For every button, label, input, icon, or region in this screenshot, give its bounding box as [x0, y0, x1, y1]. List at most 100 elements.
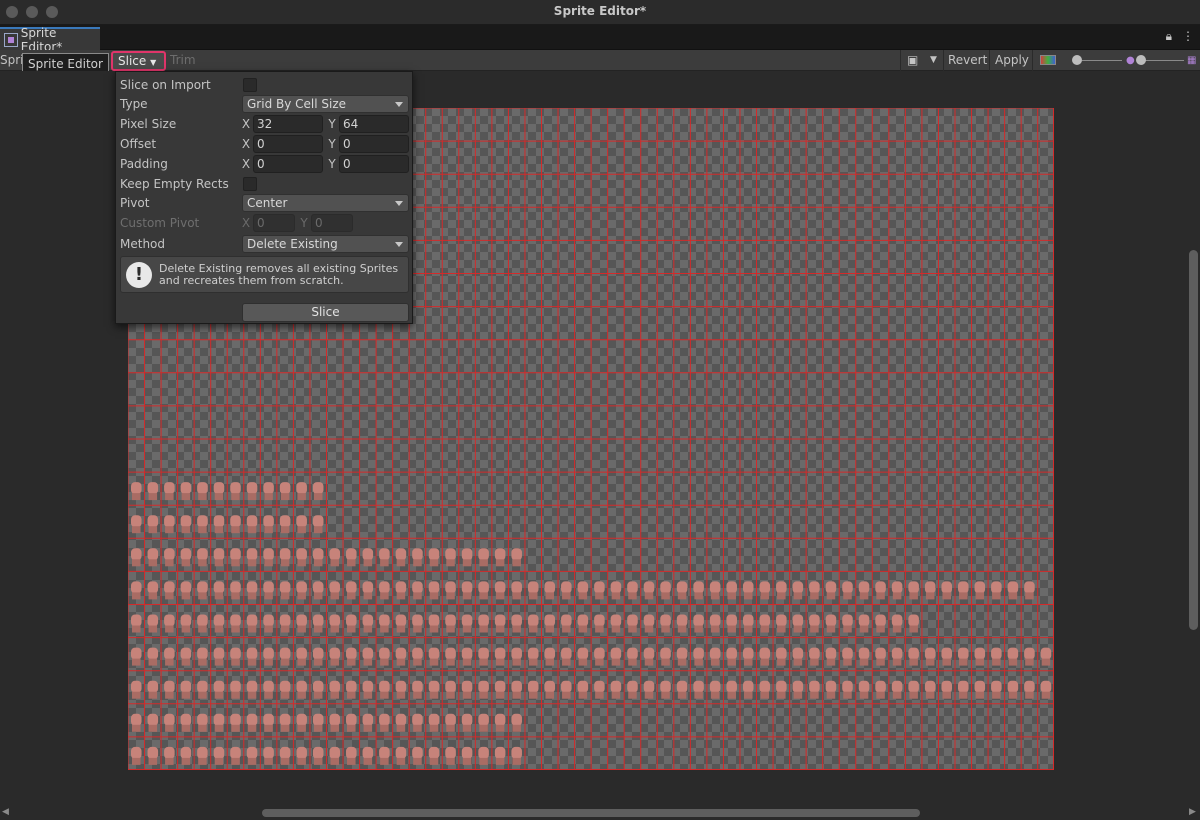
slice-menu-button[interactable]: Slice ▼: [111, 51, 166, 71]
padding-y-field[interactable]: 0: [339, 155, 409, 173]
sprite-cell: [362, 647, 374, 666]
sprite-cell: [478, 680, 489, 699]
sprite-cell: [346, 680, 357, 699]
sprite-cell: [263, 746, 274, 765]
offset-y-field[interactable]: 0: [339, 135, 409, 153]
sprite-cell: [941, 680, 952, 699]
toolbar-divider: [989, 50, 990, 71]
scroll-left-icon[interactable]: ◀: [2, 807, 9, 817]
sprite-cell: [395, 548, 407, 567]
sprite-cell: [494, 581, 506, 600]
sprite-cell: [461, 680, 473, 699]
sprite-cell: [197, 647, 208, 666]
sprite-cell: [412, 614, 423, 633]
sprite-cell: [991, 581, 1002, 600]
sprite-cell: [180, 680, 192, 699]
sprite-cell: [693, 647, 704, 666]
zoom-slider-track[interactable]: [1140, 60, 1184, 61]
sprite-cell: [759, 581, 771, 600]
sprite-cell: [362, 680, 374, 699]
sprite-cell: [610, 647, 622, 666]
sprite-cell: [676, 614, 688, 633]
pivot-snap-icon[interactable]: ▣: [907, 52, 918, 69]
sprite-cell: [511, 581, 522, 600]
alpha-slider-handle[interactable]: [1072, 55, 1082, 65]
sprite-cell: [726, 680, 737, 699]
sprite-cell: [131, 482, 142, 501]
horizontal-scrollbar-thumb[interactable]: [262, 809, 920, 817]
sprite-cell: [924, 647, 936, 666]
lock-icon[interactable]: 🔒︎: [1166, 29, 1172, 44]
slice-on-import-checkbox[interactable]: [243, 78, 257, 92]
sprite-cell: [362, 581, 374, 600]
sprite-cell: [279, 515, 291, 534]
sprite-cell: [131, 647, 142, 666]
slice-button[interactable]: Slice: [242, 303, 409, 322]
sprite-cell: [908, 680, 919, 699]
sprite-cell: [527, 614, 539, 633]
sprite-cell: [974, 581, 986, 600]
slice-on-import-label: Slice on Import: [120, 78, 211, 92]
color-channel-icon[interactable]: [1040, 55, 1056, 65]
sprite-cell: [494, 713, 506, 732]
trim-button[interactable]: Trim: [170, 52, 196, 69]
sprite-cell: [131, 515, 142, 534]
sprite-cell: [461, 746, 473, 765]
editor-mode-dropdown[interactable]: Spri: [0, 52, 24, 69]
sprite-cell: [742, 647, 754, 666]
sprite-cell: [544, 680, 556, 699]
sprite-cell: [312, 647, 324, 666]
zoom-slider-handle[interactable]: [1136, 55, 1146, 65]
sprite-cell: [213, 614, 225, 633]
keep-empty-rects-checkbox[interactable]: [243, 177, 257, 191]
sprite-cell: [594, 581, 605, 600]
sprite-cell: [197, 515, 208, 534]
sprite-cell: [279, 581, 291, 600]
revert-button[interactable]: Revert: [948, 52, 987, 69]
tab-sprite-editor[interactable]: Sprite Editor*: [0, 26, 100, 54]
scroll-right-icon[interactable]: ▶: [1189, 807, 1196, 817]
sprite-cell: [263, 614, 274, 633]
sprite-cell: [412, 680, 423, 699]
pivot-dropdown[interactable]: Center: [242, 194, 409, 212]
sprite-cell: [263, 482, 274, 501]
sprite-cell: [511, 647, 522, 666]
sprite-cell: [164, 581, 175, 600]
type-dropdown[interactable]: Grid By Cell Size: [242, 95, 409, 113]
sprite-cell: [147, 713, 159, 732]
padding-x-field[interactable]: 0: [253, 155, 323, 173]
sprite-cell: [263, 581, 274, 600]
sprite-cell: [379, 581, 390, 600]
more-icon[interactable]: ⋮: [1182, 29, 1194, 44]
sprite-cell: [428, 548, 440, 567]
sprite-cell: [147, 647, 159, 666]
chevron-down-icon[interactable]: ▼: [930, 52, 937, 69]
sprite-cell: [858, 647, 870, 666]
pixel-size-y-field[interactable]: 64: [339, 115, 409, 133]
sprite-cell: [561, 581, 572, 600]
sprite-cell: [676, 581, 688, 600]
pixel-size-x-field[interactable]: 32: [253, 115, 323, 133]
sprite-cell: [180, 548, 192, 567]
sprite-cell: [594, 647, 605, 666]
sprite-cell: [312, 581, 324, 600]
sprite-cell: [908, 614, 919, 633]
sprite-cell: [329, 581, 341, 600]
sprite-cell: [511, 680, 522, 699]
sprite-cell: [131, 746, 142, 765]
sprite-cell: [279, 548, 291, 567]
offset-x-field[interactable]: 0: [253, 135, 323, 153]
vertical-scrollbar-thumb[interactable]: [1189, 250, 1198, 630]
sprite-cell: [197, 713, 208, 732]
alpha-slider-track[interactable]: [1082, 60, 1122, 61]
apply-button[interactable]: Apply: [995, 52, 1029, 69]
sprite-cell: [643, 680, 655, 699]
sprite-cell: [1007, 647, 1019, 666]
sprite-cell: [627, 581, 638, 600]
method-dropdown[interactable]: Delete Existing: [242, 235, 409, 253]
window-title: Sprite Editor*: [553, 4, 647, 18]
sprite-cell: [561, 680, 572, 699]
sprite-cell: [180, 581, 192, 600]
sprite-cell: [164, 614, 175, 633]
sprite-cell: [792, 647, 804, 666]
